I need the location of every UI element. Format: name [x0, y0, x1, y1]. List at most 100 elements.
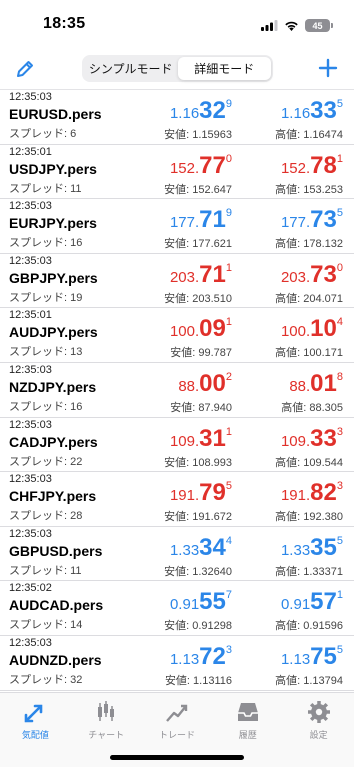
candlestick-chart-icon: [98, 701, 115, 721]
ask-price-prefix: 109.: [280, 432, 311, 450]
ask-price[interactable]: 203.730: [248, 261, 343, 287]
nav-bar: シンプルモード 詳細モード: [0, 48, 354, 90]
bid-price[interactable]: 1.13723: [137, 642, 232, 670]
ask-price-prefix: 100.: [280, 323, 311, 341]
simple-mode-tab[interactable]: シンプルモード: [84, 57, 178, 80]
settings-gear-icon: [307, 701, 330, 723]
quote-time: 12:35:03: [9, 363, 52, 376]
quote-time: 12:35:02: [9, 582, 52, 595]
ask-price[interactable]: 109.333: [248, 426, 343, 451]
ask-price-prefix: 1.13: [280, 650, 311, 668]
quote-low: 安値: 99.787: [170, 347, 232, 360]
quote-row[interactable]: 12:35:03 EURUSD.pers スプレッド: 6 1.16329 1.1633…: [0, 90, 354, 145]
ask-price-fraction: 8: [336, 370, 343, 383]
bid-price[interactable]: 0.91557: [137, 590, 232, 614]
quote-symbol: AUDNZD.pers: [9, 651, 102, 668]
edit-pencil-icon[interactable]: [14, 58, 36, 80]
ask-price[interactable]: 152.781: [248, 151, 343, 179]
quote-time: 12:35:03: [9, 418, 52, 431]
mode-segmented-control: シンプルモード 詳細モード: [82, 55, 273, 82]
bid-price[interactable]: 203.711: [137, 262, 232, 287]
ask-price-prefix: 191.: [280, 487, 311, 505]
bid-price-prefix: 1.16: [169, 105, 200, 122]
ask-price-fraction: 1: [336, 152, 343, 165]
ask-price-fraction: 3: [336, 480, 343, 493]
ask-price[interactable]: 1.13755: [248, 644, 343, 669]
ask-price-pips: 01: [310, 369, 337, 397]
status-time: 18:35: [43, 15, 86, 32]
ask-price-prefix: 88.: [289, 377, 311, 395]
quote-row[interactable]: 12:35:03 EURJPY.pers スプレッド: 16 177.719 177.7…: [0, 199, 354, 254]
bid-price[interactable]: 109.311: [137, 426, 232, 451]
ask-price[interactable]: 191.823: [248, 481, 343, 505]
ask-price[interactable]: 0.91571: [248, 590, 343, 614]
tab-label: 気配値: [21, 730, 49, 740]
bid-price[interactable]: 1.16329: [137, 99, 232, 123]
bid-price-fraction: 2: [225, 370, 232, 383]
quote-row[interactable]: 12:35:01 USDJPY.pers スプレッド: 11 152.770 152.7…: [0, 145, 354, 200]
quote-high: 高値: 178.132: [275, 238, 343, 251]
quote-row[interactable]: 12:35:03 AUDNZD.pers スプレッド: 32 1.13723 1.137…: [0, 636, 354, 691]
ask-price[interactable]: 88.018: [248, 369, 343, 397]
quote-low: 安値: 108.993: [164, 456, 232, 469]
bid-price[interactable]: 100.091: [137, 317, 232, 341]
ask-price-pips: 57: [310, 588, 337, 616]
quote-spread: スプレッド: 32: [9, 673, 83, 686]
bid-price-prefix: 0.91: [169, 596, 200, 614]
quote-low: 安値: 203.510: [164, 292, 232, 305]
quote-row[interactable]: 12:35:01 AUDJPY.pers スプレッド: 13 100.091 100.1…: [0, 308, 354, 363]
tab-quotes-arrows[interactable]: 気配値: [0, 693, 71, 767]
quote-high: 高値: 204.071: [275, 292, 343, 305]
quote-high: 高値: 192.380: [275, 511, 343, 524]
quote-spread: スプレッド: 16: [9, 400, 83, 413]
quote-symbol: CADJPY.pers: [9, 433, 98, 450]
bid-price[interactable]: 177.719: [137, 208, 232, 232]
ask-price[interactable]: 177.735: [248, 208, 343, 232]
quote-high: 高値: 88.305: [281, 401, 343, 414]
bid-price[interactable]: 88.002: [137, 369, 232, 397]
ask-price-fraction: 0: [336, 261, 343, 274]
ask-price[interactable]: 1.16335: [248, 99, 343, 123]
quote-row[interactable]: 12:35:03 GBPUSD.pers スプレッド: 11 1.33344 1.333…: [0, 527, 354, 582]
ask-price-pips: 73: [310, 206, 337, 234]
ask-price[interactable]: 1.33355: [248, 535, 343, 560]
bid-price[interactable]: 191.795: [137, 481, 232, 505]
bid-price-fraction: 3: [225, 643, 232, 656]
quote-row[interactable]: 12:35:03 CADJPY.pers スプレッド: 22 109.311 109.3…: [0, 418, 354, 473]
bid-price-pips: 79: [199, 479, 226, 507]
bid-price[interactable]: 1.33344: [137, 535, 232, 560]
bid-price-fraction: 5: [225, 480, 232, 493]
ask-price[interactable]: 100.104: [248, 317, 343, 341]
quote-spread: スプレッド: 19: [9, 291, 83, 304]
quote-spread: スプレッド: 28: [9, 510, 83, 523]
bid-price-pips: 77: [199, 151, 226, 179]
quote-high: 高値: 100.171: [275, 347, 343, 360]
quote-row[interactable]: 12:35:02 AUDCAD.pers スプレッド: 14 0.91557 0.915…: [0, 581, 354, 636]
quote-low: 安値: 0.91298: [164, 620, 232, 633]
quote-time: 12:35:01: [9, 309, 52, 322]
ask-price-prefix: 1.16: [280, 105, 311, 122]
quote-low: 安値: 87.940: [170, 401, 232, 414]
quote-high: 高値: 153.253: [275, 183, 343, 196]
tab-label: チャート: [88, 730, 125, 740]
quote-row[interactable]: 12:35:03 CHFJPY.pers スプレッド: 28 191.795 191.8…: [0, 472, 354, 527]
bid-price[interactable]: 152.770: [137, 151, 232, 179]
trade-trend-icon: [166, 704, 188, 722]
battery-icon: 45: [305, 19, 333, 32]
bid-price-pips: 09: [199, 315, 226, 343]
ask-price-fraction: 5: [336, 207, 343, 220]
bid-price-pips: 00: [199, 369, 226, 397]
add-plus-icon[interactable]: [316, 56, 340, 80]
quote-row[interactable]: 12:35:03 NZDJPY.pers スプレッド: 16 88.002 88.018…: [0, 363, 354, 418]
tab-settings-gear[interactable]: 設定: [283, 693, 354, 767]
quote-low: 安値: 1.13116: [164, 674, 232, 687]
detail-mode-tab[interactable]: 詳細モード: [177, 57, 271, 80]
bid-price-pips: 72: [199, 642, 226, 670]
tab-label: トレード: [158, 730, 195, 740]
quote-row[interactable]: 12:35:03 GBPJPY.pers スプレッド: 19 203.711 203.7…: [0, 254, 354, 309]
quote-symbol: EURJPY.pers: [9, 215, 97, 232]
quote-symbol: GBPJPY.pers: [9, 269, 98, 286]
tab-label: 履歴: [238, 730, 257, 740]
ask-price-pips: 78: [310, 151, 337, 179]
quote-spread: スプレッド: 11: [9, 182, 82, 195]
